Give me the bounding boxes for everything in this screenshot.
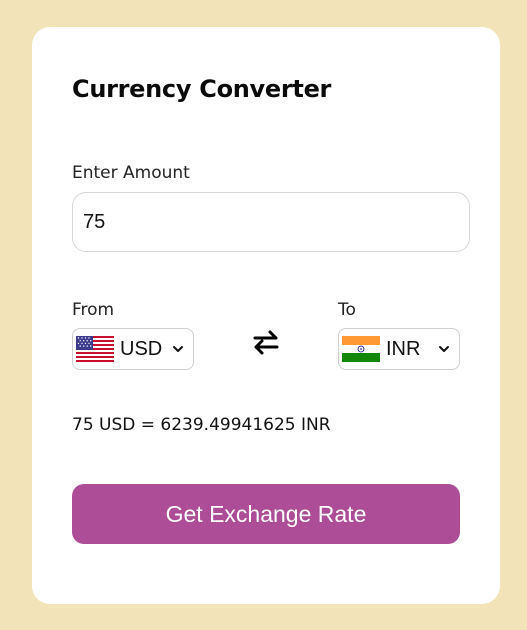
page-title: Currency Converter [72, 75, 332, 103]
from-currency-select[interactable]: USD [72, 328, 194, 370]
india-flag-icon [342, 336, 380, 362]
conversion-result: 75 USD = 6239.49941625 INR [72, 415, 331, 435]
us-flag-icon [76, 336, 114, 362]
from-label: From [72, 300, 115, 320]
from-currency-code: USD [120, 337, 163, 360]
swap-arrows-icon[interactable] [249, 325, 283, 359]
amount-label: Enter Amount [72, 163, 190, 183]
to-currency-select[interactable]: INR [338, 328, 460, 370]
to-currency-code: INR [386, 337, 421, 360]
chevron-down-icon [439, 346, 449, 352]
to-label: To [338, 300, 356, 320]
amount-input[interactable] [72, 192, 470, 252]
get-exchange-rate-button[interactable]: Get Exchange Rate [72, 484, 460, 544]
chevron-down-icon [173, 346, 183, 352]
converter-card: Currency Converter Enter Amount From [32, 27, 500, 604]
